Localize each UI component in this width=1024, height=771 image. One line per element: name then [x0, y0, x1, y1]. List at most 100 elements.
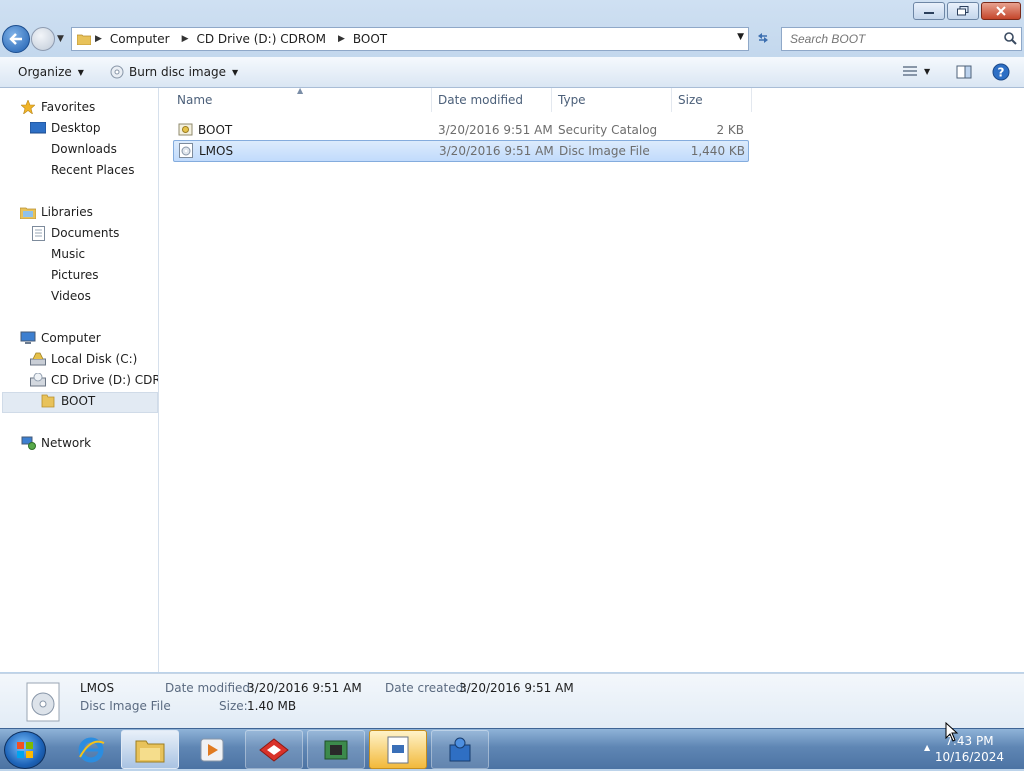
- forward-button[interactable]: [31, 27, 55, 51]
- sidebar-item-videos[interactable]: Videos: [30, 288, 91, 304]
- minimize-button[interactable]: [913, 2, 945, 20]
- view-options-button[interactable]: ▼: [902, 65, 930, 77]
- svg-text:?: ?: [998, 66, 1005, 80]
- videos-icon: [30, 288, 46, 304]
- sidebar-item-label: Recent Places: [51, 163, 135, 177]
- sidebar-item-music[interactable]: Music: [30, 246, 85, 262]
- window-controls: [913, 2, 1021, 20]
- refresh-button[interactable]: [752, 28, 774, 48]
- internet-explorer-icon: [78, 737, 105, 762]
- taskbar-windows-explorer[interactable]: [121, 730, 179, 769]
- pictures-icon: [30, 267, 46, 283]
- file-name: LMOS: [199, 144, 234, 158]
- taskbar-media-player[interactable]: [183, 730, 241, 769]
- back-button[interactable]: [2, 25, 30, 53]
- file-date-modified: 3/20/2016 9:51 AM: [439, 144, 554, 158]
- chevron-down-icon: ▼: [231, 67, 239, 77]
- column-header-date-modified[interactable]: Date modified: [438, 88, 523, 112]
- sidebar-item-recent-places[interactable]: Recent Places: [30, 162, 134, 178]
- sidebar-item-libraries[interactable]: Libraries: [20, 204, 93, 220]
- column-divider[interactable]: [751, 88, 752, 112]
- show-hidden-icons-button[interactable]: ▲: [924, 743, 930, 752]
- file-size: 1,440 KB: [690, 144, 745, 158]
- burn-disc-icon: [110, 65, 124, 79]
- desktop-icon: [30, 120, 46, 136]
- taskbar-app-network-share[interactable]: [431, 730, 489, 769]
- restore-button[interactable]: [947, 2, 979, 20]
- breadcrumb-arrow-icon[interactable]: ▶: [182, 34, 189, 44]
- search-input[interactable]: [788, 31, 997, 47]
- back-arrow-icon: [9, 33, 22, 45]
- table-row[interactable]: LMOS 3/20/2016 9:51 AM Disc Image File 1…: [173, 140, 749, 162]
- burn-disc-label: Burn disc image: [129, 65, 226, 79]
- chevron-down-icon: ▼: [924, 66, 931, 76]
- sidebar-item-label: Network: [41, 436, 92, 450]
- breadcrumb-arrow-icon[interactable]: ▶: [338, 34, 345, 44]
- search-icon[interactable]: [1003, 31, 1017, 45]
- close-icon: [996, 6, 1006, 16]
- column-divider[interactable]: [431, 88, 432, 112]
- column-divider[interactable]: [671, 88, 672, 112]
- details-file-type: Disc Image File: [80, 699, 171, 713]
- taskbar-internet-explorer[interactable]: [62, 730, 120, 769]
- document-app-icon: [387, 736, 409, 763]
- sidebar-item-boot[interactable]: BOOT: [40, 393, 95, 409]
- column-header-name[interactable]: Name: [177, 88, 212, 112]
- taskbar-app-red[interactable]: [245, 730, 303, 769]
- windows-logo-icon: [17, 742, 33, 758]
- sidebar-item-downloads[interactable]: Downloads: [30, 141, 117, 157]
- sidebar-item-favorites[interactable]: Favorites: [20, 99, 95, 115]
- computer-icon: [20, 330, 36, 346]
- refresh-icon: [758, 33, 768, 43]
- breadcrumb-computer[interactable]: Computer: [110, 32, 170, 46]
- close-button[interactable]: [981, 2, 1021, 20]
- column-divider[interactable]: [551, 88, 552, 112]
- sort-ascending-icon: ▲: [297, 86, 304, 95]
- address-history-dropdown[interactable]: ▼: [737, 32, 744, 42]
- taskbar-app-board[interactable]: [307, 730, 365, 769]
- local-disk-icon: [30, 351, 46, 367]
- burn-disc-image-button[interactable]: Burn disc image ▼: [110, 65, 238, 79]
- navigation-bar: ▼ ▶ Computer ▶ CD Drive (D:) CDROM ▶ BOO…: [0, 25, 1024, 53]
- column-header-label: Date modified: [438, 93, 524, 107]
- help-icon: ?: [992, 63, 1010, 81]
- address-bar[interactable]: ▶ Computer ▶ CD Drive (D:) CDROM ▶ BOOT …: [71, 27, 749, 51]
- help-button[interactable]: ?: [992, 63, 1010, 81]
- sidebar-item-local-disk[interactable]: Local Disk (C:): [30, 351, 137, 367]
- sidebar-item-label: Downloads: [51, 142, 117, 156]
- preview-pane-button[interactable]: [956, 65, 972, 79]
- sidebar-item-network[interactable]: Network: [20, 435, 91, 451]
- downloads-icon: [30, 141, 46, 157]
- breadcrumb-arrow-icon[interactable]: ▶: [95, 34, 102, 44]
- taskbar-app-document[interactable]: [369, 730, 427, 769]
- table-row[interactable]: BOOT 3/20/2016 9:51 AM Security Catalog …: [173, 120, 747, 140]
- column-header-size[interactable]: Size: [678, 88, 703, 112]
- sidebar-item-label: Local Disk (C:): [51, 352, 138, 366]
- recent-pages-dropdown[interactable]: ▼: [57, 34, 64, 44]
- column-header-label: Type: [558, 93, 586, 107]
- recent-places-icon: [30, 162, 46, 178]
- command-bar: Organize ▼ Burn disc image ▼ ▼ ?: [0, 57, 1024, 88]
- sidebar-item-desktop[interactable]: Desktop: [30, 120, 101, 136]
- start-button[interactable]: [4, 731, 46, 769]
- file-list-pane: Name ▲ Date modified Type Size BOOT 3/20…: [159, 86, 1024, 672]
- file-date-modified: 3/20/2016 9:51 AM: [438, 123, 553, 137]
- details-modified-label: Date modified:: [165, 681, 255, 695]
- sidebar-item-documents[interactable]: Documents: [30, 225, 119, 241]
- organize-menu[interactable]: Organize ▼: [18, 65, 84, 79]
- breadcrumb-boot[interactable]: BOOT: [353, 32, 387, 46]
- details-created-label: Date created:: [385, 681, 468, 695]
- sidebar-item-cd-drive[interactable]: CD Drive (D:) CDROM: [30, 372, 158, 388]
- sidebar-item-pictures[interactable]: Pictures: [30, 267, 99, 283]
- column-header-type[interactable]: Type: [558, 88, 586, 112]
- sidebar-item-label: Libraries: [41, 205, 93, 219]
- sidebar-item-computer[interactable]: Computer: [20, 330, 101, 346]
- folder-icon: [135, 740, 165, 762]
- folder-icon: [77, 34, 91, 45]
- sidebar-item-label: Pictures: [51, 268, 99, 282]
- sidebar-item-label: Desktop: [51, 121, 101, 135]
- details-modified-value: 3/20/2016 9:51 AM: [247, 681, 362, 695]
- sidebar-item-label: BOOT: [61, 394, 96, 408]
- breadcrumb-cd-drive[interactable]: CD Drive (D:) CDROM: [197, 32, 326, 46]
- search-box[interactable]: [781, 27, 1022, 51]
